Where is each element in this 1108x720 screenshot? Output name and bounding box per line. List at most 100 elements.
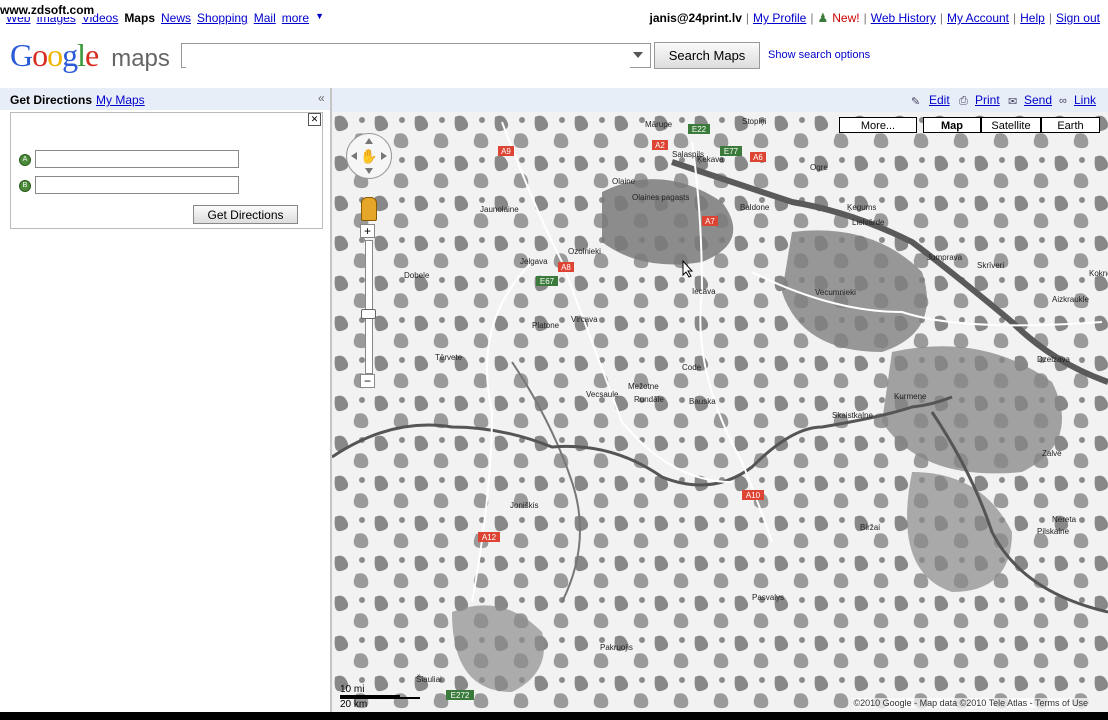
pan-control[interactable]: ✋	[346, 133, 392, 179]
map-place-label[interactable]: Code	[682, 363, 702, 372]
nav-maps: Maps	[124, 11, 155, 25]
user-email: janis@24print.lv	[649, 11, 742, 25]
link-icon[interactable]: ∞	[1059, 95, 1067, 107]
map-place-label[interactable]: Vecumnieki	[815, 288, 856, 297]
map-place-label[interactable]: Jumprava	[927, 253, 963, 262]
collapse-panel-icon[interactable]: «	[318, 91, 325, 105]
get-directions-tab[interactable]: Get Directions	[10, 93, 92, 107]
new-badge: New!	[832, 11, 860, 25]
get-directions-button[interactable]: Get Directions	[193, 205, 298, 224]
start-address-field[interactable]	[35, 150, 239, 168]
road-shield: A9	[498, 146, 514, 156]
my-maps-tab[interactable]: My Maps	[96, 93, 145, 107]
map-place-label[interactable]: Mežotne	[628, 382, 659, 391]
maptype-satellite-button[interactable]: Satellite	[981, 117, 1041, 133]
bottom-edge	[0, 712, 1108, 720]
road-shield: A6	[750, 152, 766, 162]
map-place-label[interactable]: Bauska	[689, 397, 716, 406]
map-place-label[interactable]: Platone	[532, 321, 560, 330]
search-dropdown-icon[interactable]	[633, 52, 643, 58]
map-copyright: ©2010 Google - Map data ©2010 Tele Atlas…	[853, 698, 1088, 708]
map-place-label[interactable]: Ķekava	[697, 155, 724, 164]
map-canvas[interactable]: Salaspils Ķekava Baldone Ogre Ķegums Lielvārd…	[332, 112, 1108, 712]
map-place-label[interactable]: Koknese	[1089, 269, 1108, 278]
google-logo-text: Google	[10, 37, 99, 73]
map-place-label[interactable]: Kurmene	[894, 392, 927, 401]
zoom-out-button[interactable]: −	[360, 374, 375, 388]
google-maps-logo[interactable]: Google maps	[10, 37, 170, 77]
maptype-more-button[interactable]: More...	[839, 117, 917, 133]
road-shield-label: A7	[705, 217, 715, 226]
print-icon[interactable]: ⎙	[959, 95, 968, 108]
map-place-label[interactable]: Ķegums	[847, 203, 876, 212]
my-account-link[interactable]: My Account	[947, 11, 1009, 25]
map-place-label[interactable]: Jelgava	[520, 257, 548, 266]
print-link[interactable]: Print	[975, 93, 1000, 107]
road-shield-label: A6	[753, 153, 763, 162]
maps-logo-text: maps	[111, 45, 170, 72]
map-place-label[interactable]: Biržai	[860, 523, 880, 532]
map-place-label[interactable]: Olaine	[612, 177, 636, 186]
map-place-label[interactable]: Pasvalys	[752, 593, 784, 602]
destination-address-field[interactable]	[35, 176, 239, 194]
map-place-label[interactable]: Aizkraukle	[1052, 295, 1089, 304]
map-place-label[interactable]: Stopiņi	[742, 117, 767, 126]
road-shield-label: E22	[692, 125, 707, 134]
separator: |	[939, 11, 943, 25]
road-shield-label: A10	[746, 491, 761, 500]
marker-a-icon: A	[19, 154, 31, 166]
map-place-label[interactable]: Skrīveri	[977, 261, 1004, 270]
maptype-map-button[interactable]: Map	[923, 117, 981, 133]
map-place-label[interactable]: Šiauliai	[416, 675, 442, 684]
separator: |	[1048, 11, 1052, 25]
nav-mail[interactable]: Mail	[254, 11, 276, 25]
map-place-label[interactable]: Skaistkalne	[832, 411, 873, 420]
map-place-label[interactable]: Pakruojis	[600, 643, 633, 652]
nav-more[interactable]: more	[282, 11, 309, 25]
map-place-label[interactable]: Ozolnieki	[568, 247, 601, 256]
map-place-label[interactable]: Zalve	[1042, 449, 1062, 458]
search-maps-button[interactable]: Search Maps	[654, 42, 760, 69]
map-place-label[interactable]: Nereta	[1052, 515, 1077, 524]
zoom-in-button[interactable]: +	[360, 224, 375, 238]
separator: |	[1013, 11, 1017, 25]
send-link[interactable]: Send	[1024, 93, 1052, 107]
map-place-label[interactable]: Olaines pagasts	[632, 193, 689, 202]
sign-out-link[interactable]: Sign out	[1056, 11, 1100, 25]
search-input[interactable]	[186, 44, 630, 68]
map-place-label[interactable]: Joniškis	[510, 501, 538, 510]
separator: |	[863, 11, 867, 25]
map-place-label[interactable]: Vircava	[571, 315, 598, 324]
zoom-slider-thumb[interactable]	[361, 309, 376, 319]
map-place-label[interactable]: Rundāle	[634, 395, 664, 404]
chevron-down-icon[interactable]: ▼	[315, 11, 324, 25]
map-place-label[interactable]: Iecava	[692, 287, 716, 296]
map-place-label[interactable]: Ogre	[810, 163, 828, 172]
my-profile-link[interactable]: My Profile	[753, 11, 806, 25]
link-link[interactable]: Link	[1074, 93, 1096, 107]
map-place-label[interactable]: Jaunolaine	[480, 205, 519, 214]
map-place-label[interactable]: Lielvārde	[852, 218, 885, 227]
map-place-label[interactable]: Dzelzava	[1037, 355, 1070, 364]
maptype-earth-button[interactable]: Earth	[1041, 117, 1100, 133]
marker-b-icon: B	[19, 180, 31, 192]
edit-icon[interactable]: ✎	[911, 95, 920, 108]
map-place-label[interactable]: Pilskalne	[1037, 527, 1070, 536]
web-history-link[interactable]: Web History	[871, 11, 936, 25]
map-place-label[interactable]: Vecsaule	[586, 390, 619, 399]
map-place-label[interactable]: Dobele	[404, 271, 430, 280]
nav-news[interactable]: News	[161, 11, 191, 25]
road-shield: E77	[720, 146, 742, 156]
map-place-label[interactable]: Tērvete	[435, 353, 463, 362]
zoom-slider-track[interactable]	[365, 240, 373, 374]
close-icon[interactable]: ✕	[308, 113, 321, 126]
help-link[interactable]: Help	[1020, 11, 1045, 25]
edit-link[interactable]: Edit	[929, 93, 950, 107]
map-place-label[interactable]: Baldone	[740, 203, 770, 212]
street-view-pegman-icon[interactable]	[361, 197, 377, 221]
map-place-label[interactable]: Mārupe	[645, 120, 673, 129]
show-search-options-link[interactable]: Show search options	[768, 49, 870, 61]
road-shield: A10	[742, 490, 764, 500]
nav-shopping[interactable]: Shopping	[197, 11, 248, 25]
email-icon[interactable]: ✉	[1008, 95, 1017, 108]
